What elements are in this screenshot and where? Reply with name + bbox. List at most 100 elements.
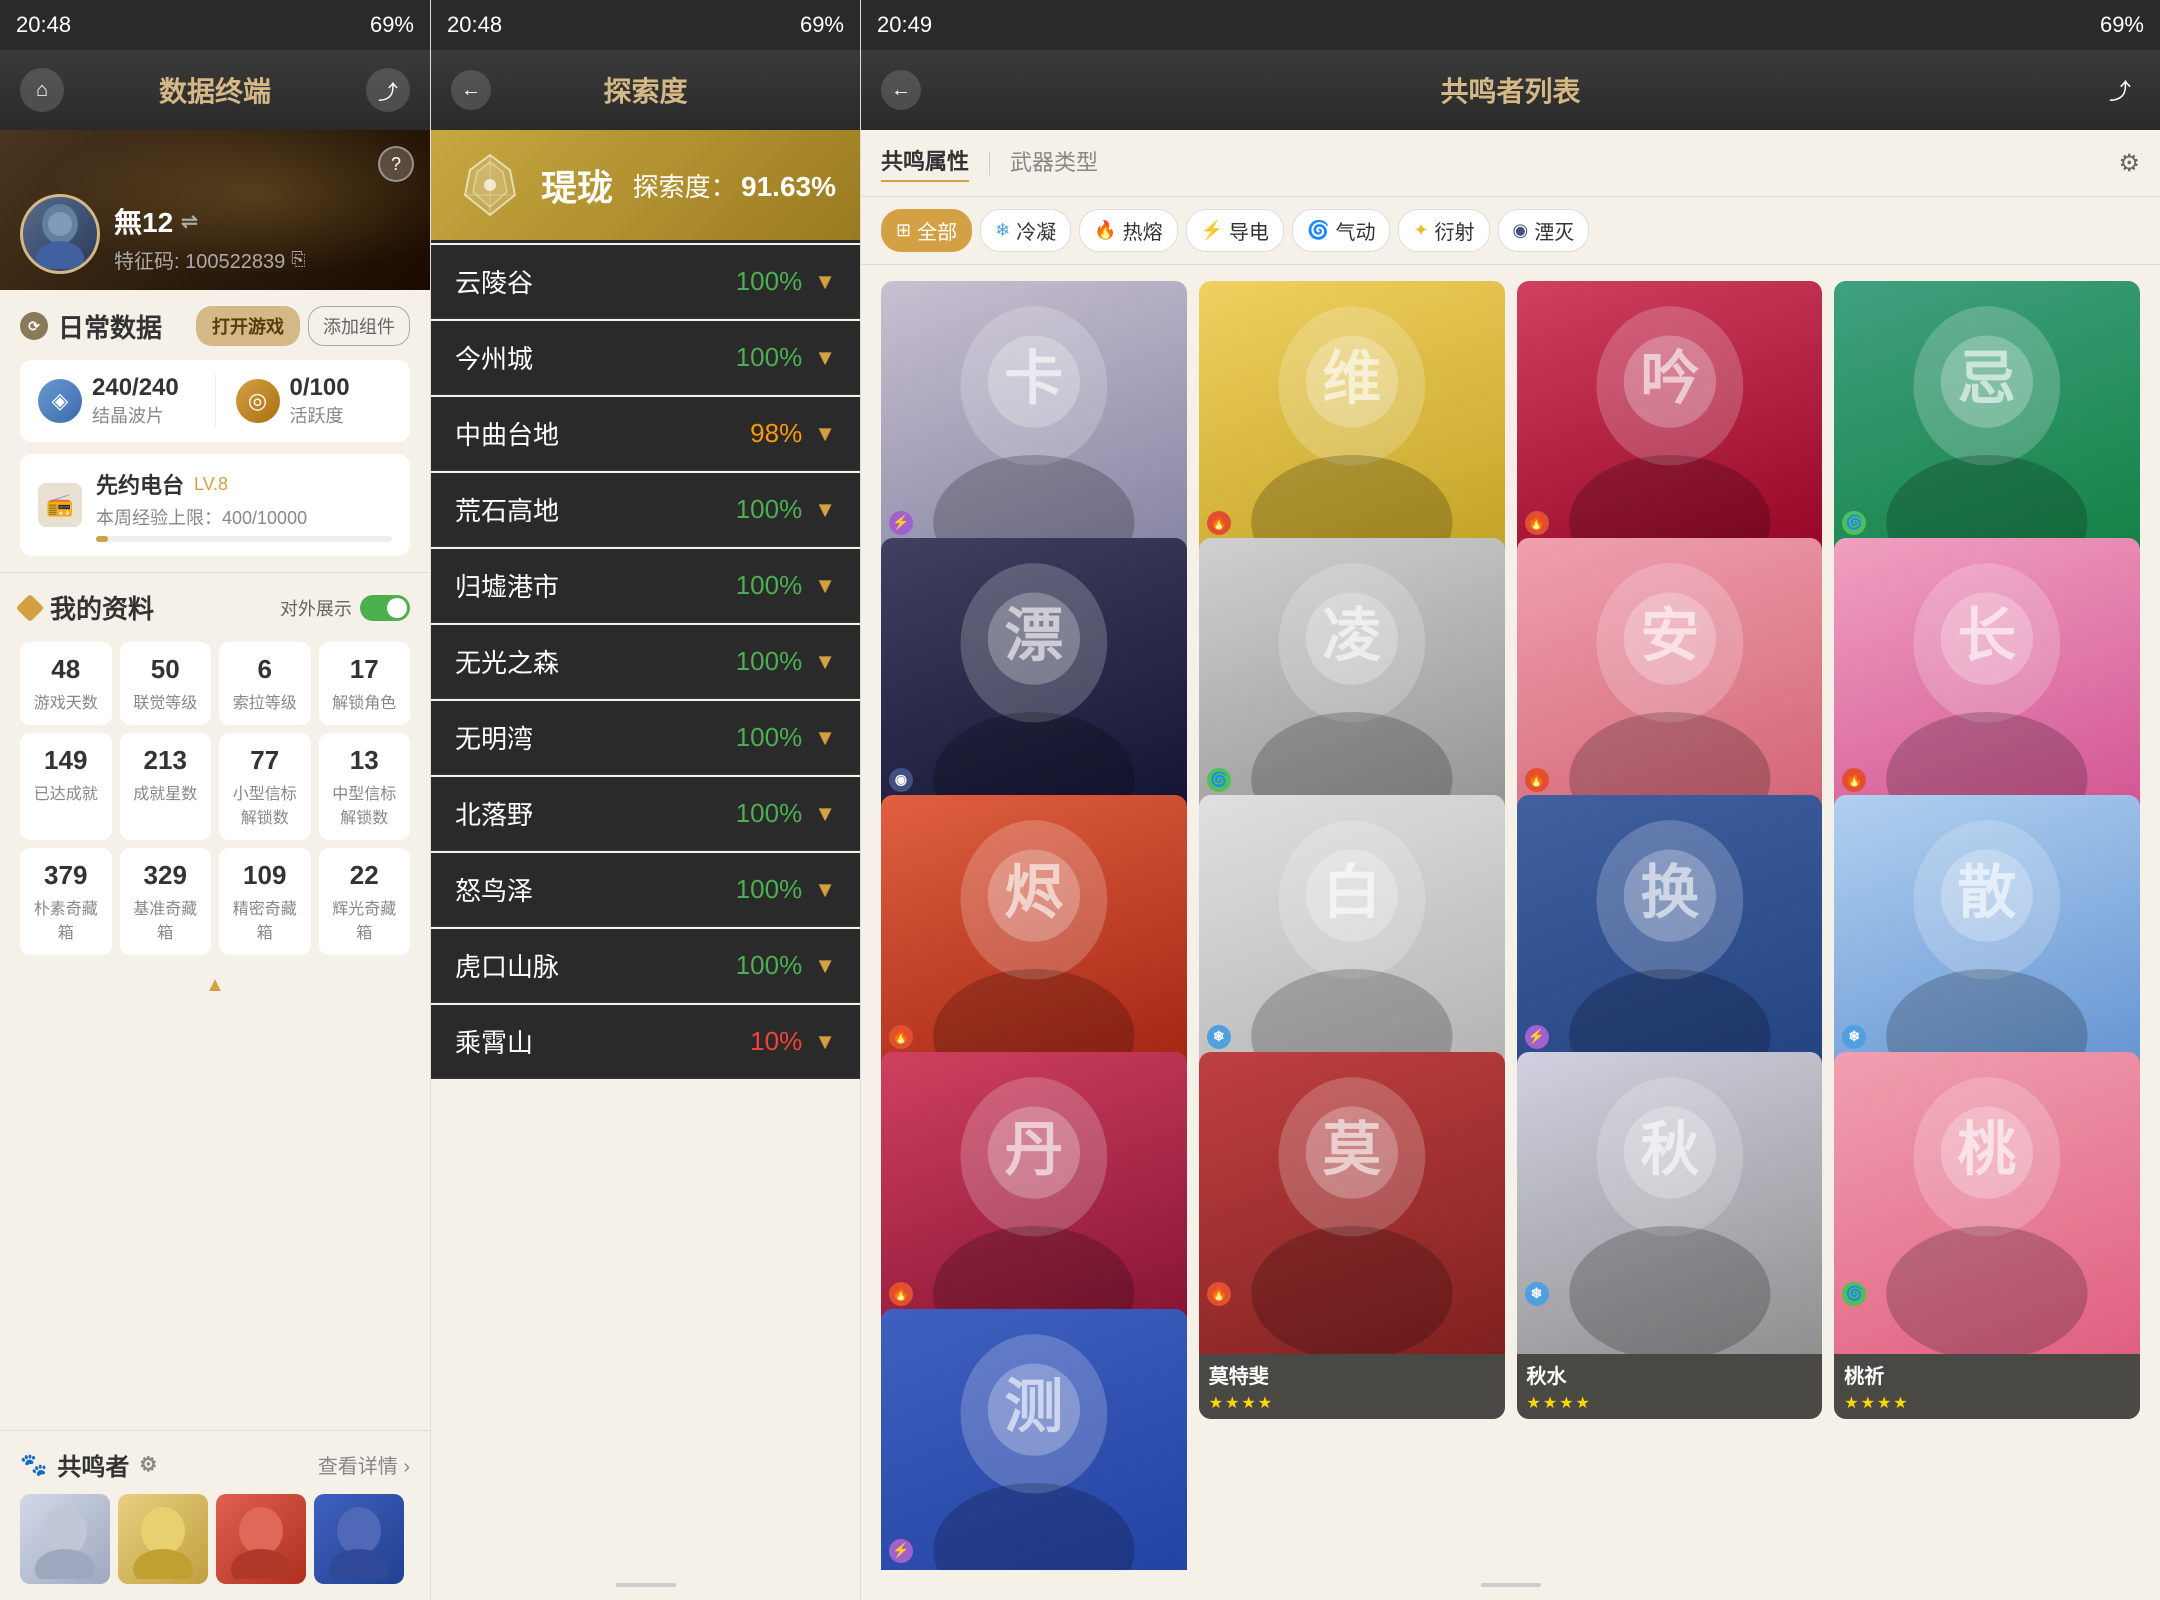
radio-info: 先约电台 LV.8 本周经验上限：400/10000 — [96, 468, 392, 542]
resonator-grid: 卡 ⚡ 卡卡罗 ★★★★★ 维 🔥 维里奈 ★★★★★ — [861, 265, 2160, 1570]
share-button-3[interactable]: ⤴ — [2100, 70, 2140, 110]
resonator-thumb-2[interactable] — [216, 1494, 306, 1584]
stat-card-union: 50 联觉等级 — [120, 642, 212, 725]
star-icon: ★ — [1576, 1393, 1590, 1413]
svg-text:维: 维 — [1322, 346, 1381, 411]
expl-item-wuming[interactable]: 无明湾 100% ▼ — [431, 701, 860, 775]
back-button-2[interactable]: ← — [451, 70, 491, 110]
expl-item-wuguang[interactable]: 无光之森 100% ▼ — [431, 625, 860, 699]
expl-item-hukou[interactable]: 虎口山脉 100% ▼ — [431, 929, 860, 1003]
expl-item-pct-2: 98% — [750, 418, 802, 449]
resonators-detail-link[interactable]: 查看详情 › — [318, 1450, 410, 1479]
status-bar-2: 20:48 69% — [431, 0, 860, 50]
attr-filter-all[interactable]: ⊞ 全部 — [881, 209, 972, 252]
stat-box3-label: 精密奇藏箱 — [227, 895, 303, 943]
attr-badge-14: ❄ — [1525, 1282, 1549, 1306]
attr-badge-3: 🌀 — [1842, 511, 1866, 535]
chevron-down-icon-10: ▼ — [814, 1029, 836, 1055]
expl-item-zhongqu[interactable]: 中曲台地 98% ▼ — [431, 397, 860, 471]
expl-item-jinzhou[interactable]: 今州城 100% ▼ — [431, 321, 860, 395]
resonator-card-15[interactable]: 桃 🌀 桃祈 ★★★★ — [1834, 1052, 2140, 1419]
scroll-indicator-2 — [431, 1570, 860, 1600]
public-toggle[interactable] — [360, 595, 410, 621]
expand-indicator[interactable]: ▲ — [20, 963, 410, 1007]
svg-text:秋: 秋 — [1640, 1117, 1699, 1182]
expl-item-name-4: 归墟港市 — [455, 567, 559, 604]
chevron-down-icon-4: ▼ — [814, 573, 836, 599]
svg-text:丹: 丹 — [1005, 1117, 1064, 1182]
expl-item-beiluo[interactable]: 北落野 100% ▼ — [431, 777, 860, 851]
status-bar-3: 20:49 69% — [861, 0, 2160, 50]
stat-sm-beacon-label: 小型信标解锁数 — [227, 780, 303, 828]
resonator-thumb-0[interactable] — [20, 1494, 110, 1584]
star-icon: ★ — [1893, 1393, 1907, 1413]
expl-item-name-8: 怒鸟泽 — [455, 871, 533, 908]
resonator-card-16[interactable]: 测 ⚡ 测武 ★★★★ — [881, 1309, 1187, 1570]
daily-icon: ⟳ — [20, 312, 48, 340]
home-button[interactable]: ⌂ — [20, 68, 64, 112]
panel2-header: ← 探索度 — [431, 50, 860, 130]
attr-filter-cold[interactable]: ❄ 冷凝 — [980, 209, 1071, 252]
stat-box1-label: 朴素奇藏箱 — [28, 895, 104, 943]
stat-sora-value: 6 — [227, 654, 303, 685]
attr-filter-wind[interactable]: 🌀 气动 — [1292, 209, 1390, 252]
expl-item-pct-3: 100% — [736, 494, 803, 525]
resonator-info-15: 桃祈 ★★★★ — [1834, 1354, 2140, 1419]
resonator-card-13[interactable]: 莫 🔥 莫特斐 ★★★★ — [1199, 1052, 1505, 1419]
stats-grid-2: 149 已达成就 213 成就星数 77 小型信标解锁数 13 中型信标解锁数 — [20, 733, 410, 840]
tab-resonance-attr[interactable]: 共鸣属性 — [881, 144, 969, 182]
expl-item-name-0: 云陵谷 — [455, 263, 533, 300]
back-button-3[interactable]: ← — [881, 70, 921, 110]
resonator-thumb-3[interactable] — [314, 1494, 404, 1584]
expl-item-chengxiao[interactable]: 乘霄山 10% ▼ — [431, 1005, 860, 1079]
expl-hero-name: 瑅珑 — [541, 159, 613, 211]
up-chevron-icon[interactable]: ▲ — [195, 973, 235, 997]
chevron-down-icon-9: ▼ — [814, 953, 836, 979]
settings-gear-icon[interactable]: ⚙ — [2118, 149, 2140, 178]
expl-item-nuniao[interactable]: 怒鸟泽 100% ▼ — [431, 853, 860, 927]
attr-filter-elec[interactable]: ⚡ 导电 — [1186, 209, 1284, 252]
expl-item-pct-7: 100% — [736, 798, 803, 829]
attr-filter-ray[interactable]: ✦ 衍射 — [1398, 209, 1489, 252]
resonator-thumb-1[interactable] — [118, 1494, 208, 1584]
expl-item-guixu[interactable]: 归墟港市 100% ▼ — [431, 549, 860, 623]
stat-card-sora: 6 索拉等级 — [219, 642, 311, 725]
attr-filter-heat[interactable]: 🔥 热熔 — [1079, 209, 1177, 252]
time-1: 20:48 — [16, 12, 71, 38]
tab-weapon-type[interactable]: 武器类型 — [1010, 145, 1098, 181]
svg-text:桃: 桃 — [1958, 1117, 2017, 1182]
expl-item-name-6: 无明湾 — [455, 719, 533, 756]
panel3-title: 共鸣者列表 — [921, 70, 2100, 110]
expl-item-yunling[interactable]: 云陵谷 100% ▼ — [431, 245, 860, 319]
svg-text:莫: 莫 — [1322, 1117, 1381, 1182]
activity-resource: ◎ 0/100 活跃度 — [236, 374, 393, 428]
attr-filter-dark[interactable]: ◉ 湮灭 — [1498, 209, 1590, 252]
resonator-name-13: 莫特斐 — [1209, 1360, 1495, 1389]
crystal-icon: ◈ — [38, 379, 82, 423]
radio-icon: 📻 — [38, 483, 82, 527]
star-icon: ★ — [1527, 1393, 1541, 1413]
avatar — [20, 194, 100, 274]
open-game-button[interactable]: 打开游戏 — [196, 306, 300, 346]
panel-resonators: 20:49 69% ← 共鸣者列表 ⤴ 共鸣属性 武器类型 ⚙ ⊞ 全部 ❄ 冷… — [860, 0, 2160, 1600]
resonator-card-14[interactable]: 秋 ❄ 秋水 ★★★★ — [1517, 1052, 1823, 1419]
resonator-gear-icon[interactable]: ⚙ — [139, 1452, 157, 1477]
help-button[interactable]: ? — [378, 146, 414, 182]
expl-item-name-3: 荒石高地 — [455, 491, 559, 528]
expl-item-name-10: 乘霄山 — [455, 1023, 533, 1060]
scroll-indicator-3 — [861, 1570, 2160, 1600]
resonators-preview: 🐾 共鸣者 ⚙ 查看详情 › — [0, 1430, 430, 1600]
toggle-container: 对外展示 — [280, 595, 410, 621]
stat-box1-value: 379 — [28, 860, 104, 891]
add-widget-button[interactable]: 添加组件 — [308, 306, 410, 346]
stat-stars-value: 213 — [128, 745, 204, 776]
stats-grid-3: 379 朴素奇藏箱 329 基准奇藏箱 109 精密奇藏箱 22 辉光奇藏箱 — [20, 848, 410, 955]
share-button-1[interactable]: ⤴ — [366, 68, 410, 112]
star-icon: ★ — [1258, 1393, 1272, 1413]
resonator-stars-15: ★★★★ — [1844, 1393, 2130, 1413]
expl-item-huangshi[interactable]: 荒石高地 100% ▼ — [431, 473, 860, 547]
time-2: 20:48 — [447, 12, 502, 38]
attr-badge-8: 🔥 — [889, 1025, 913, 1049]
resource-grid: ◈ 240/240 结晶波片 ◎ 0/100 活跃度 — [20, 360, 410, 442]
star-icon: ★ — [1241, 1393, 1255, 1413]
